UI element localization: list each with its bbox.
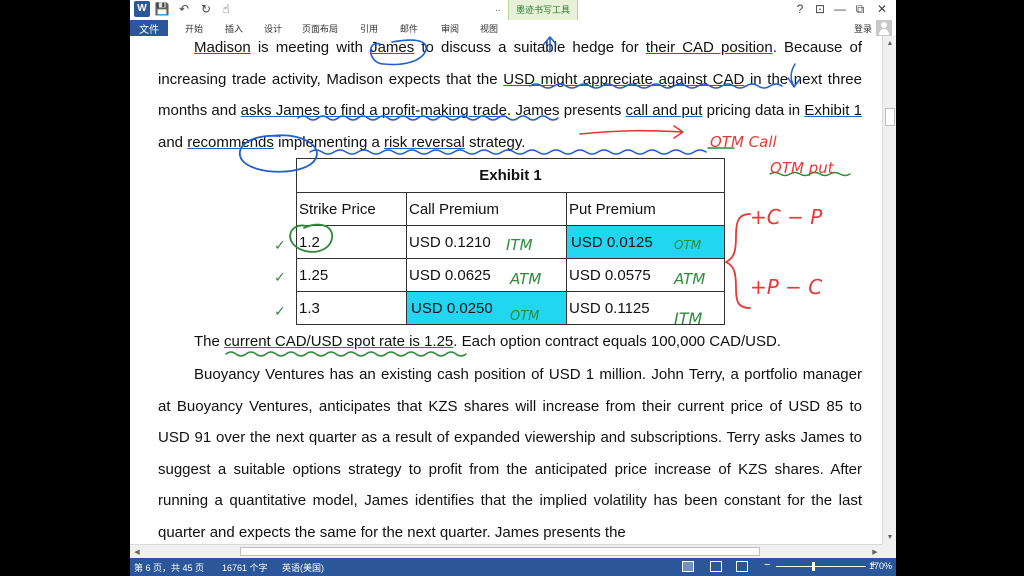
header-strike: Strike Price	[296, 192, 407, 226]
scroll-down-icon[interactable]: ▼	[883, 530, 896, 544]
put-cell: USD 0.1125	[566, 291, 725, 325]
title-bar: W 💾 ↶ ↻ ☝ .. 墨迹书写工具 笔 ? ⊡ — ⧉ ✕	[130, 0, 896, 36]
text-run: . James presents	[506, 102, 626, 120]
underlined-text: James	[370, 39, 415, 56]
ink-note-long-put-short-call: +P − C	[750, 275, 822, 299]
text-run: to discuss a suitable hedge for	[414, 39, 646, 56]
underlined-text: their CAD position	[645, 39, 773, 56]
undo-icon[interactable]: ↶	[176, 1, 192, 17]
zoom-out-button[interactable]: −	[764, 559, 770, 571]
header-put: Put Premium	[566, 192, 725, 226]
ink-bracket	[725, 213, 751, 309]
scroll-up-icon[interactable]: ▲	[883, 36, 896, 50]
paragraph-madison: Madison is meeting with James to discuss…	[158, 36, 862, 158]
ink-check-row2: ✓	[274, 270, 286, 286]
help-button[interactable]: ?	[790, 1, 810, 17]
text-run: and	[158, 133, 188, 151]
underlined-text: call and put	[625, 102, 703, 120]
touch-mode-icon[interactable]: ☝	[218, 1, 234, 17]
scroll-right-icon[interactable]: ▶	[868, 545, 882, 559]
zoom-slider-knob[interactable]	[812, 562, 815, 571]
scroll-left-icon[interactable]: ◀	[130, 545, 144, 559]
paragraph-buoyancy: Buoyancy Ventures has an existing cash p…	[158, 366, 862, 541]
save-icon[interactable]: 💾	[154, 1, 170, 17]
ribbon-tabs: 文件 开始 插入 设计 页面布局 引用 邮件 审阅 视图 登录	[130, 20, 896, 36]
call-cell: USD 0.1210	[406, 225, 567, 259]
put-cell: USD 0.0125	[566, 225, 725, 259]
underlined-text: USD might appreciate against CAD	[503, 70, 745, 88]
ink-note-long-call-short-put: +C − P	[750, 205, 823, 229]
underlined-text: asks James to find a profit-making trade	[240, 102, 507, 120]
underlined-text: Madison	[194, 39, 251, 56]
put-value: USD 0.0125	[569, 232, 655, 252]
tab-home[interactable]: 开始	[185, 22, 203, 35]
text-run: . Each option contract equals 100,000 CA…	[453, 333, 781, 350]
document-page[interactable]: Madison is meeting with James to discuss…	[130, 36, 882, 544]
read-mode-icon[interactable]	[682, 561, 694, 572]
word-count[interactable]: 16761 个字	[222, 561, 268, 574]
text-run: The	[194, 333, 225, 350]
horizontal-scroll-thumb[interactable]	[240, 547, 760, 556]
text-run: is meeting with	[250, 39, 371, 56]
tab-insert[interactable]: 插入	[225, 22, 243, 35]
strike-cell: 1.25	[296, 258, 407, 292]
vertical-scroll-thumb[interactable]	[885, 108, 895, 126]
web-layout-icon[interactable]	[736, 561, 748, 572]
call-cell: USD 0.0250	[406, 291, 567, 325]
header-call: Call Premium	[406, 192, 567, 226]
ink-check-row3: ✓	[274, 304, 286, 320]
status-bar: 第 6 页，共 45 页 16761 个字 英语(美国) − + 170%	[130, 558, 896, 576]
paragraph-spot-rate: The current CAD/USD spot rate is 1.25. E…	[158, 326, 862, 358]
call-value: USD 0.0250	[409, 298, 495, 318]
strike-cell: 1.3	[296, 291, 407, 325]
vertical-scrollbar[interactable]: ▲ ▼	[882, 36, 896, 544]
zoom-slider[interactable]	[776, 566, 866, 567]
tab-design[interactable]: 设计	[264, 22, 282, 35]
maximize-button[interactable]: ⧉	[850, 1, 870, 17]
zoom-level[interactable]: 170%	[869, 561, 892, 571]
put-cell: USD 0.0575	[566, 258, 725, 292]
tab-references[interactable]: 引用	[360, 22, 378, 35]
call-cell: USD 0.0625	[406, 258, 567, 292]
language-indicator[interactable]: 英语(美国)	[282, 561, 324, 574]
ink-tools-title: 墨迹书写工具	[515, 5, 570, 15]
ribbon-display-button[interactable]: ⊡	[810, 1, 830, 17]
horizontal-scrollbar[interactable]: ◀ ▶	[130, 544, 882, 558]
tab-layout[interactable]: 页面布局	[302, 22, 338, 35]
login-link[interactable]: 登录	[854, 22, 872, 35]
word-app-icon[interactable]: W	[134, 1, 150, 17]
scroll-corner	[882, 544, 896, 558]
close-button[interactable]: ✕	[872, 1, 892, 17]
tab-review[interactable]: 审阅	[441, 22, 459, 35]
ink-check-row1: ✓	[274, 238, 286, 254]
ink-note-otm-put: OTM put	[770, 159, 835, 177]
text-run: strategy.	[464, 133, 526, 151]
document-title: ..	[495, 3, 501, 14]
exhibit-table: Exhibit 1 Strike Price Call Premium Put …	[296, 158, 725, 325]
redo-icon[interactable]: ↻	[198, 1, 214, 17]
ink-underline-otm-put	[769, 171, 851, 177]
tab-view[interactable]: 视图	[480, 22, 498, 35]
exhibit-title: Exhibit 1	[296, 158, 725, 193]
minimize-button[interactable]: —	[830, 1, 850, 17]
underlined-text: current CAD/USD spot rate is 1.25	[224, 333, 454, 350]
underlined-text: Exhibit 1	[804, 102, 862, 120]
page-counter[interactable]: 第 6 页，共 45 页	[134, 561, 204, 574]
strike-cell: 1.2	[296, 225, 407, 259]
text-run: pricing data in	[702, 102, 805, 120]
underlined-text: recommends	[187, 133, 274, 151]
tab-file[interactable]: 文件	[130, 20, 168, 36]
tab-mailings[interactable]: 邮件	[400, 22, 418, 35]
user-avatar-icon[interactable]	[876, 20, 892, 36]
word-window: W 💾 ↶ ↻ ☝ .. 墨迹书写工具 笔 ? ⊡ — ⧉ ✕ 文件 开始 插入…	[130, 0, 896, 576]
text-run: implementing a	[273, 133, 384, 151]
underlined-text: risk reversal	[383, 133, 465, 151]
print-layout-icon[interactable]	[710, 561, 722, 572]
